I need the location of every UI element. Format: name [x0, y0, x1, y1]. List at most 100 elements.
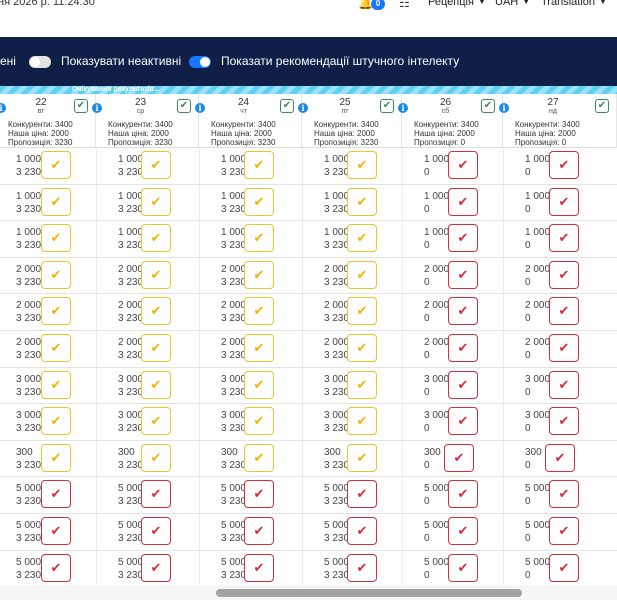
check-icon[interactable]: ✔ — [347, 370, 377, 399]
check-icon[interactable]: ✔ — [481, 99, 495, 113]
current-price: 300 — [221, 446, 238, 458]
check-icon[interactable]: ✔ — [448, 480, 478, 509]
check-icon[interactable]: ✔ — [347, 517, 377, 545]
check-icon[interactable]: ✔ — [280, 99, 294, 113]
price-cell: 1 000 3 230 — [16, 226, 41, 252]
check-icon[interactable]: ✔ — [41, 370, 71, 399]
check-icon[interactable]: ✔ — [41, 260, 71, 289]
check-icon[interactable]: ✔ — [347, 334, 377, 362]
check-icon[interactable]: ✔ — [549, 187, 579, 216]
check-icon[interactable]: ✔ — [448, 517, 478, 545]
horizontal-scrollbar[interactable] — [0, 585, 617, 600]
check-icon[interactable]: ✔ — [244, 151, 274, 179]
day-number: 22 — [35, 97, 47, 108]
info-icon[interactable]: i — [499, 103, 509, 113]
check-icon[interactable]: ✔ — [141, 517, 171, 545]
check-icon[interactable]: ✔ — [448, 407, 478, 436]
check-icon[interactable]: ✔ — [41, 553, 71, 582]
check-icon[interactable]: ✔ — [244, 480, 274, 509]
check-icon[interactable]: ✔ — [448, 151, 478, 179]
check-icon[interactable]: ✔ — [549, 517, 579, 545]
scrollbar-thumb[interactable] — [216, 589, 522, 597]
check-icon[interactable]: ✔ — [41, 334, 71, 362]
show-ai-toggle[interactable] — [189, 56, 211, 68]
check-icon[interactable]: ✔ — [549, 260, 579, 289]
reception-dropdown[interactable]: Рецепція ▼ — [428, 0, 486, 8]
check-icon[interactable]: ✔ — [41, 407, 71, 436]
check-icon[interactable]: ✔ — [141, 480, 171, 509]
current-price: 1 000 — [118, 154, 144, 165]
check-icon[interactable]: ✔ — [347, 187, 377, 216]
current-price: 1 000 — [324, 154, 350, 165]
check-icon[interactable]: ✔ — [41, 517, 71, 545]
check-icon[interactable]: ✔ — [41, 224, 71, 253]
check-icon[interactable]: ✔ — [141, 407, 171, 436]
check-icon[interactable]: ✔ — [41, 297, 71, 326]
check-icon[interactable]: ✔ — [244, 334, 274, 362]
check-icon[interactable]: ✔ — [448, 224, 478, 253]
check-icon[interactable]: ✔ — [347, 151, 377, 179]
check-icon[interactable]: ✔ — [244, 224, 274, 253]
info-icon[interactable]: i — [195, 103, 205, 113]
check-icon[interactable]: ✔ — [549, 407, 579, 436]
check-icon[interactable]: ✔ — [444, 443, 474, 472]
check-icon[interactable]: ✔ — [141, 260, 171, 289]
check-icon[interactable]: ✔ — [244, 443, 274, 472]
check-icon[interactable]: ✔ — [448, 297, 478, 326]
check-icon[interactable]: ✔ — [141, 224, 171, 253]
check-icon[interactable]: ✔ — [244, 370, 274, 399]
check-icon[interactable]: ✔ — [141, 187, 171, 216]
translation-dropdown[interactable]: Translation ▼ — [541, 0, 607, 8]
check-icon[interactable]: ✔ — [549, 151, 579, 179]
check-icon[interactable]: ✔ — [141, 334, 171, 362]
check-icon[interactable]: ✔ — [448, 260, 478, 289]
check-icon[interactable]: ✔ — [448, 370, 478, 399]
check-icon[interactable]: ✔ — [347, 260, 377, 289]
check-icon[interactable]: ✔ — [448, 334, 478, 362]
check-icon[interactable]: ✔ — [244, 260, 274, 289]
check-icon[interactable]: ✔ — [347, 224, 377, 253]
check-icon[interactable]: ✔ — [549, 224, 579, 253]
check-icon[interactable]: ✔ — [380, 99, 394, 113]
check-icon[interactable]: ✔ — [141, 443, 171, 472]
check-icon[interactable]: ✔ — [549, 297, 579, 326]
current-price: 2 000 — [324, 300, 350, 312]
check-icon[interactable]: ✔ — [244, 297, 274, 326]
recommended-price: 3 230 — [221, 313, 247, 325]
info-icon[interactable]: i — [298, 103, 308, 113]
check-icon[interactable]: ✔ — [141, 297, 171, 326]
info-icon[interactable]: i — [398, 103, 408, 113]
check-icon[interactable]: ✔ — [448, 553, 478, 582]
info-icon[interactable]: i — [92, 103, 102, 113]
check-icon[interactable]: ✔ — [244, 407, 274, 436]
check-icon[interactable]: ✔ — [244, 517, 274, 545]
check-icon[interactable]: ✔ — [347, 407, 377, 436]
check-icon[interactable]: ✔ — [41, 151, 71, 179]
check-icon[interactable]: ✔ — [549, 553, 579, 582]
info-icon[interactable]: i — [0, 103, 6, 113]
check-icon[interactable]: ✔ — [244, 187, 274, 216]
check-icon[interactable]: ✔ — [41, 443, 71, 472]
show-inactive-toggle[interactable] — [29, 56, 51, 68]
check-icon[interactable]: ✔ — [347, 297, 377, 326]
check-icon[interactable]: ✔ — [347, 443, 377, 472]
check-icon[interactable]: ✔ — [244, 553, 274, 582]
check-icon[interactable]: ✔ — [448, 187, 478, 216]
check-icon[interactable]: ✔ — [41, 480, 71, 509]
recommended-price: 3 230 — [16, 167, 42, 178]
check-icon[interactable]: ✔ — [177, 99, 191, 113]
check-icon[interactable]: ✔ — [74, 99, 88, 113]
check-icon[interactable]: ✔ — [549, 370, 579, 399]
check-icon[interactable]: ✔ — [141, 151, 171, 179]
check-icon[interactable]: ✔ — [347, 553, 377, 582]
check-icon[interactable]: ✔ — [595, 99, 609, 113]
check-icon[interactable]: ✔ — [549, 480, 579, 509]
check-icon[interactable]: ✔ — [41, 187, 71, 216]
check-icon[interactable]: ✔ — [545, 443, 575, 472]
check-icon[interactable]: ✔ — [347, 480, 377, 509]
network-icon[interactable]: ☷ — [399, 0, 410, 10]
check-icon[interactable]: ✔ — [141, 370, 171, 399]
check-icon[interactable]: ✔ — [141, 553, 171, 582]
check-icon[interactable]: ✔ — [549, 334, 579, 362]
currency-dropdown[interactable]: UAH ▼ — [495, 0, 530, 8]
